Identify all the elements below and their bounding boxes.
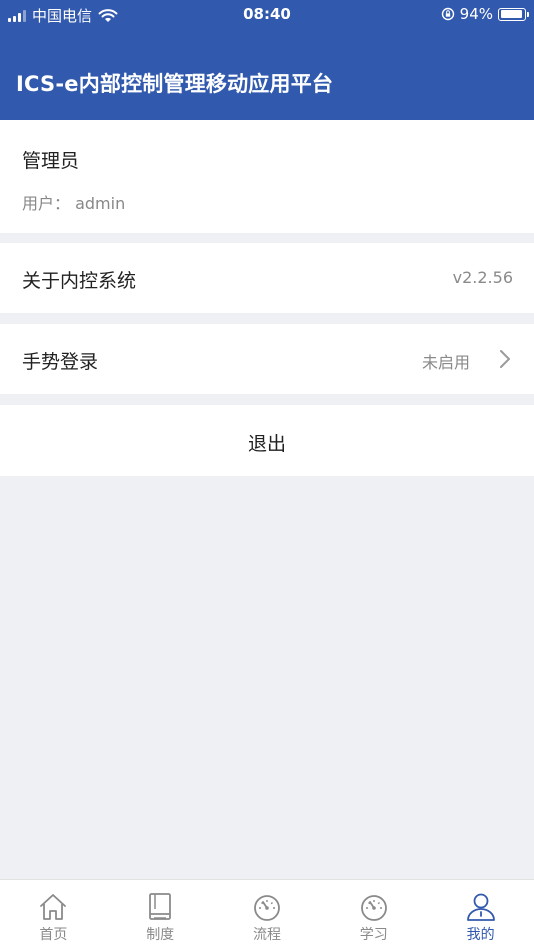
tab-mine[interactable]: 我的 <box>427 880 534 950</box>
logout-label: 退出 <box>247 433 286 455</box>
user-info-card: 管理员 用户： admin <box>0 120 534 233</box>
tab-learning[interactable]: 学习 <box>320 880 427 950</box>
tab-process-label: 流程 <box>252 927 281 943</box>
tab-mine-label: 我的 <box>466 927 495 943</box>
tab-bar: 首页 制度 流程 学习 我的 <box>0 879 534 950</box>
chevron-right-icon <box>500 350 510 368</box>
book-icon <box>149 893 172 920</box>
rotation-lock-icon <box>441 7 454 21</box>
gesture-login-status: 未启用 <box>421 353 470 372</box>
tab-learning-label: 学习 <box>359 927 388 943</box>
status-right: 94% <box>441 5 529 23</box>
gesture-login-row[interactable]: 手势登录 未启用 <box>0 324 534 394</box>
tab-home[interactable]: 首页 <box>0 880 107 950</box>
gesture-login-label: 手势登录 <box>22 351 99 373</box>
tab-process[interactable]: 流程 <box>214 880 321 950</box>
tab-home-label: 首页 <box>39 927 68 943</box>
gauge-icon <box>360 895 387 921</box>
battery-fill <box>500 10 523 18</box>
status-bar: 中国电信 08:40 94% <box>0 0 534 28</box>
battery-percent: 94% <box>459 5 493 23</box>
gauge-icon <box>254 895 280 921</box>
logout-button[interactable]: 退出 <box>0 405 534 476</box>
about-system-row[interactable]: 关于内控系统 v2.2.56 <box>0 243 534 313</box>
user-account: 用户： admin <box>22 194 126 213</box>
version-value: v2.2.56 <box>452 268 513 287</box>
tab-policy[interactable]: 制度 <box>107 880 214 950</box>
app-header: 中国电信 08:40 94% ICS-e内部控制管理移动应用平台 <box>0 0 534 120</box>
battery-icon <box>498 7 529 21</box>
user-role: 管理员 <box>22 150 80 172</box>
tab-policy-label: 制度 <box>146 927 175 943</box>
home-icon <box>40 894 67 920</box>
about-system-label: 关于内控系统 <box>22 270 137 292</box>
page-title: ICS-e内部控制管理移动应用平台 <box>16 72 334 96</box>
person-icon <box>466 893 495 921</box>
